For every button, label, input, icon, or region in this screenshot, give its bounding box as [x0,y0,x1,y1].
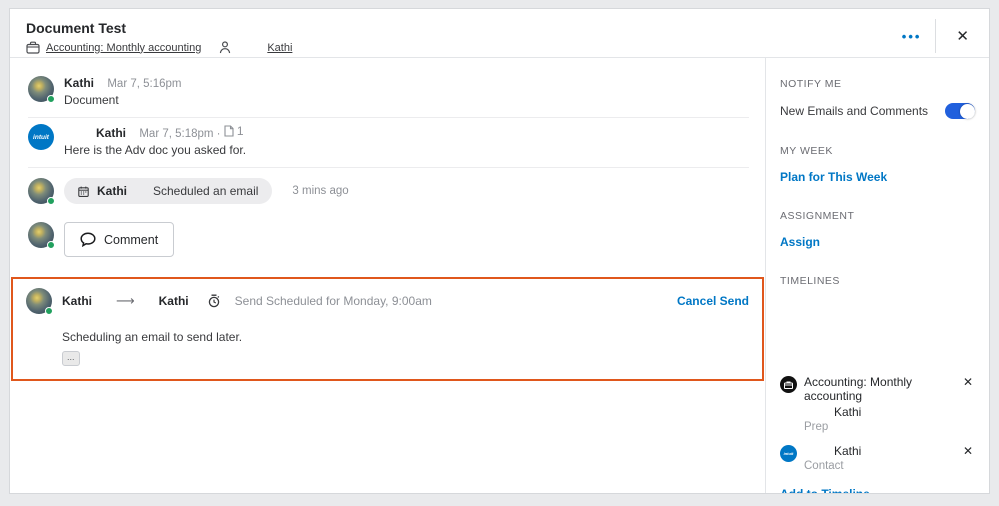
timeline-items: Accounting: Monthly accounting Kathi Pre… [780,375,975,494]
document-icon [224,125,234,137]
timestamp: Mar 7, 5:18pm · [139,128,220,140]
expand-trimmed-content-button[interactable]: ... [62,351,80,366]
project-briefcase-icon [780,376,797,393]
calendar-icon [78,186,89,197]
timeline-item-contact[interactable]: intuit Kathi Contact ✕ [780,444,975,472]
header-actions: ••• ✕ [888,19,975,53]
conversation-panel: Document Test Accounting: Monthly accoun… [9,8,990,494]
avatar-kathi [28,76,54,102]
feed-item-email: intuit Kathi Mar 7, 5:18pm · 1 Here is t… [28,118,749,168]
breadcrumb-contact-link[interactable]: Kathi [267,42,292,54]
scheduled-email-text: Scheduling an email to send later. [62,330,749,344]
more-menu-button[interactable]: ••• [888,29,936,44]
presence-dot [47,241,55,249]
plan-for-week-link[interactable]: Plan for This Week [780,170,887,184]
avatar-kathi [28,222,54,248]
remove-timeline-item-button[interactable]: ✕ [961,375,975,433]
my-week-label: MY WEEK [780,145,975,157]
remove-timeline-item-button[interactable]: ✕ [961,444,975,472]
timeline-item-subtitle: Kathi [834,405,954,419]
event-author: Kathi [97,184,127,198]
notify-toggle-row: New Emails and Comments [780,103,975,119]
breadcrumb-project-link[interactable]: Accounting: Monthly accounting [46,42,201,54]
timeline-item-title: Accounting: Monthly accounting [804,375,954,403]
schedule-send-icon [207,294,221,308]
feed-item-document: Kathi Mar 7, 5:16pm Document [28,70,749,118]
attachment-count[interactable]: 1 [224,124,244,138]
page-title: Document Test [26,20,971,36]
breadcrumb: Accounting: Monthly accounting Kathi [26,41,971,54]
arrow-right-icon: ⟶ [116,293,135,309]
timeline-item-title: Kathi [834,444,954,458]
panel-header: Document Test Accounting: Monthly accoun… [10,9,989,58]
add-to-timeline-link[interactable]: Add to Timeline [780,487,870,494]
timeline-item-type: Prep [804,421,954,433]
event-time: 3 mins ago [292,185,348,197]
conversation-feed: Kathi Mar 7, 5:16pm Document intuit Kath… [10,58,765,494]
presence-dot [47,95,55,103]
close-button[interactable]: ✕ [936,25,975,47]
person-icon [219,41,231,54]
scheduled-recipients: Kathi ⟶ Kathi [62,293,197,309]
timestamp: Mar 7, 5:16pm [107,78,181,90]
schedule-status-text: Send Scheduled for Monday, 9:00am [235,294,432,308]
intuit-logo-icon: intuit [780,445,797,462]
comment-button[interactable]: Comment [64,222,174,257]
presence-dot [47,197,55,205]
comment-bubble-icon [80,232,96,247]
feed-item-scheduled-event: Kathi Scheduled an email 3 mins ago [28,168,749,214]
event-action: Scheduled an email [153,184,258,198]
assignment-label: ASSIGNMENT [780,210,975,222]
briefcase-icon [26,41,40,54]
scheduled-email-body: Scheduling an email to send later. ... [62,330,749,366]
feed-item-comment: Comment [28,214,749,267]
timeline-item-project[interactable]: Accounting: Monthly accounting Kathi Pre… [780,375,975,433]
notify-me-label: NOTIFY ME [780,78,975,90]
message-body: Document [64,93,182,107]
toggle-knob [960,104,975,119]
timeline-item-type: Contact [804,460,954,472]
recipient-name: Kathi [159,294,189,308]
timelines-label: TIMELINES [780,275,975,287]
assign-link[interactable]: Assign [780,235,820,249]
avatar-intuit: intuit [28,124,54,150]
presence-dot [45,307,53,315]
author-name[interactable]: Kathi [96,126,126,140]
scheduled-email-box: Kathi ⟶ Kathi Send Scheduled for Monday,… [11,277,764,381]
avatar-kathi [26,288,52,314]
message-body: Here is the Adv doc you asked for. [64,143,246,157]
comment-button-label: Comment [104,233,158,247]
details-sidebar: NOTIFY ME New Emails and Comments MY WEE… [765,58,989,494]
notify-toggle[interactable] [945,103,975,119]
author-name[interactable]: Kathi [64,76,94,90]
cancel-send-link[interactable]: Cancel Send [677,294,749,308]
scheduled-event-pill[interactable]: Kathi Scheduled an email [64,178,272,204]
notify-toggle-label: New Emails and Comments [780,104,928,118]
avatar-kathi [28,178,54,204]
sender-name: Kathi [62,294,92,308]
